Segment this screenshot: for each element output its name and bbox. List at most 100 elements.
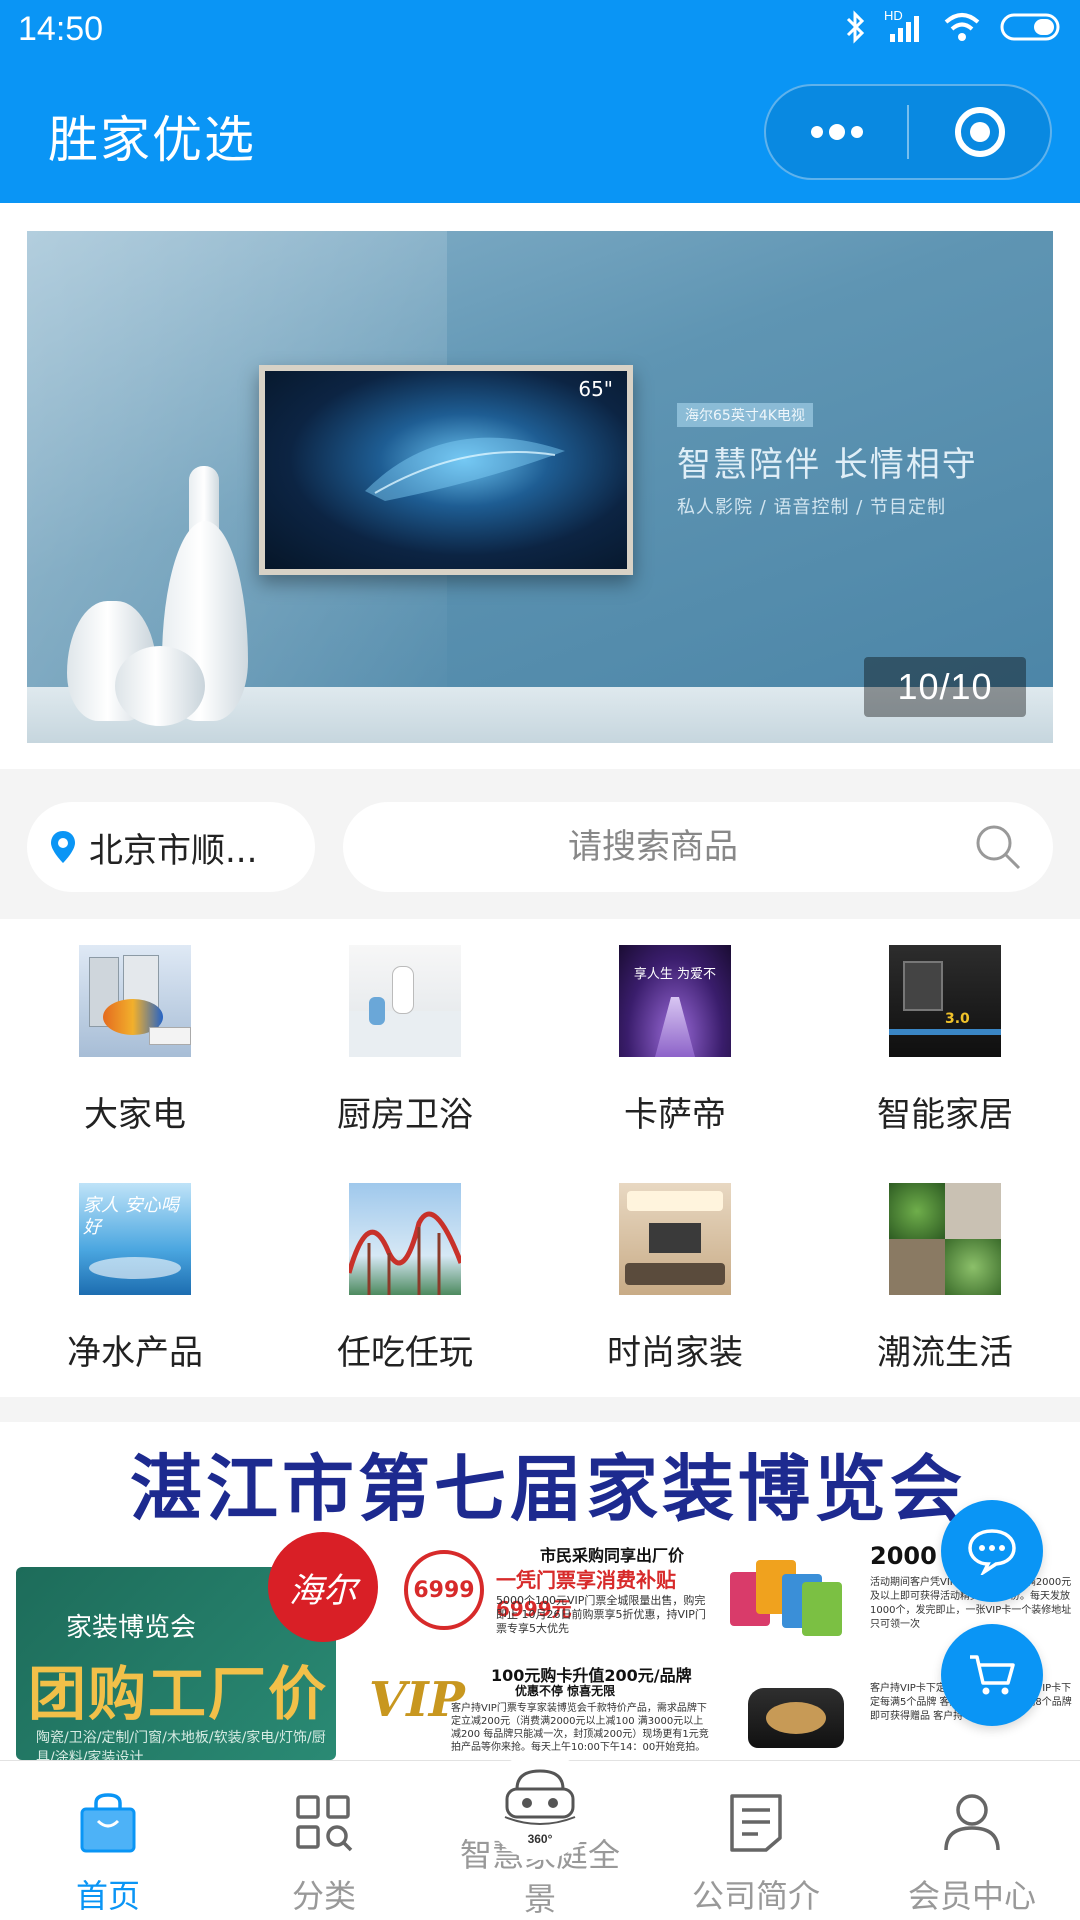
search-icon[interactable] — [973, 822, 1023, 872]
category-label: 任吃任玩 — [337, 1333, 473, 1373]
vr-360-badge[interactable]: 360° — [486, 1752, 594, 1860]
top-bar: 14:50 HD 胜家优选 — [0, 0, 1080, 203]
search-bar[interactable] — [343, 802, 1053, 892]
search-input[interactable] — [343, 802, 963, 892]
smart-home-badge: 3.0 — [945, 1011, 970, 1027]
category-label: 净水产品 — [67, 1333, 203, 1373]
category-lifestyle[interactable]: 潮流生活 — [810, 1157, 1080, 1395]
tab-member-center[interactable]: 会员中心 — [864, 1761, 1080, 1920]
more-button[interactable] — [766, 86, 907, 178]
tab-label: 首页 — [75, 1877, 140, 1915]
vip-subheading: 优惠不停 惊喜无限 — [515, 1684, 616, 1698]
group-buy-subtitle: 陶瓷/卫浴/定制/门窗/木地板/软装/家电/灯饰/厨具/涂料/家装设计 — [36, 1730, 326, 1760]
banner-slogan: 智慧陪伴 长情相守 — [677, 445, 978, 485]
plant-shape — [945, 1239, 1001, 1295]
location-selector[interactable]: 北京市顺... — [27, 802, 315, 892]
banner-carousel[interactable]: 65" 海尔65英寸4K电视 智慧陪伴 长情相守 私人影院 / 语音控制 / 节… — [27, 231, 1053, 743]
target-icon — [954, 107, 1005, 157]
tv-wall-shape — [649, 1223, 701, 1253]
roller-coaster-icon — [349, 1211, 461, 1295]
category-grid: 大家电 厨房卫浴 享人生 为爱不 卡萨帝 3.0 智能家居 家人 安心喝好 净水… — [0, 919, 1080, 1395]
tv-screen: 65" — [265, 371, 627, 569]
person-shape — [393, 967, 413, 1013]
app-page: 14:50 HD 胜家优选 65" 海尔65英寸4K电视 智慧陪伴 长情相守 私… — [0, 0, 1080, 1920]
wifi-icon — [944, 13, 980, 41]
subsidy-badge: 6999 — [404, 1550, 484, 1630]
bag-shape — [802, 1582, 842, 1636]
mini-program-capsule — [764, 84, 1052, 180]
tab-company-icon-wrap — [728, 1789, 784, 1857]
tab-member-icon-wrap — [942, 1789, 1002, 1857]
smart-home-stripe — [889, 1029, 1001, 1035]
category-smart-home[interactable]: 3.0 智能家居 — [810, 919, 1080, 1157]
shopping-bags-image — [730, 1552, 842, 1642]
battery-icon — [1000, 13, 1060, 41]
promo-block-vip: VIP 100元购卡升值200元/品牌 优惠不停 惊喜无限 客户持VIP门票专享… — [365, 1662, 725, 1760]
cart-icon — [970, 1655, 1015, 1695]
cart-button[interactable] — [941, 1624, 1043, 1726]
shopping-bag-icon — [80, 1793, 136, 1853]
category-label: 潮流生活 — [877, 1333, 1013, 1373]
vr-360-label: 360° — [528, 1832, 553, 1846]
category-kitchen-bath[interactable]: 厨房卫浴 — [270, 919, 540, 1157]
chat-bubble-icon — [968, 1529, 1016, 1575]
group-price-label: 团购工厂价 — [28, 1660, 329, 1728]
plant-shape — [889, 1183, 945, 1239]
category-label: 厨房卫浴 — [337, 1095, 473, 1135]
ceiling-shape — [627, 1191, 723, 1211]
banner-tag: 海尔65英寸4K电视 — [677, 403, 813, 427]
haier-seal: 海尔 — [268, 1532, 378, 1642]
category-label: 卡萨帝 — [624, 1095, 726, 1135]
bluetooth-icon — [846, 10, 865, 44]
fun-thumbnail — [349, 1183, 461, 1295]
close-mini-program-button[interactable] — [909, 86, 1050, 178]
status-time: 14:50 — [18, 10, 104, 48]
category-label: 时尚家装 — [607, 1333, 743, 1373]
splash-shape — [89, 1257, 181, 1279]
banner-counter: 10/10 — [864, 657, 1026, 717]
category-casarte[interactable]: 享人生 为爱不 卡萨帝 — [540, 919, 810, 1157]
lifestyle-thumbnail — [889, 1183, 1001, 1295]
tab-home-icon-wrap — [78, 1789, 138, 1857]
tab-company-profile[interactable]: 公司简介 — [648, 1761, 864, 1920]
decor-thumbnail — [619, 1183, 731, 1295]
vase-small — [115, 646, 205, 726]
subsidy-text: 5000个100元VIP门票全城限量出售，购完即止 10月26日前购票享5折优惠… — [496, 1594, 706, 1635]
ac-unit-shape — [149, 1027, 191, 1045]
category-label: 智能家居 — [877, 1095, 1013, 1135]
counter-shape — [349, 1011, 461, 1057]
page-title: 胜家优选 — [48, 111, 256, 169]
tab-category-icon-wrap — [294, 1789, 354, 1857]
sofa-shape — [625, 1263, 725, 1285]
search-row: 北京市顺... — [0, 775, 1080, 919]
promo-block-subsidy: 6999 市民采购同享出厂价 一凭门票享消费补贴6999元 5000个100元V… — [380, 1542, 710, 1652]
vr-360-icon: 360° — [504, 1769, 576, 1846]
document-icon — [730, 1794, 782, 1852]
user-icon — [944, 1794, 1000, 1851]
water-thumbnail: 家人 安心喝好 — [79, 1183, 191, 1295]
shelf-shape — [889, 1239, 945, 1295]
location-text: 北京市顺... — [89, 830, 258, 871]
vip-text: 客户持VIP门票专享家装博览会千款特价产品，需求品牌下定立减200元（消费满20… — [451, 1703, 709, 1753]
category-decor[interactable]: 时尚家装 — [540, 1157, 810, 1395]
customer-service-button[interactable] — [941, 1500, 1043, 1602]
tv-image: 65" — [259, 365, 633, 575]
category-water[interactable]: 家人 安心喝好 净水产品 — [0, 1157, 270, 1395]
tab-label: 分类 — [291, 1877, 356, 1915]
banner-subtitle: 私人影院 / 语音控制 / 节目定制 — [677, 497, 947, 518]
signal-icon: HD — [884, 8, 924, 44]
room-shape — [945, 1183, 1001, 1239]
feather-graphic — [365, 437, 565, 501]
rice-cooker-image — [748, 1688, 844, 1748]
status-icons: HD — [844, 8, 1064, 44]
category-panel: 大家电 厨房卫浴 享人生 为爱不 卡萨帝 3.0 智能家居 家人 安心喝好 净水… — [0, 919, 1080, 1397]
category-fun[interactable]: 任吃任玩 — [270, 1157, 540, 1395]
tab-label: 会员中心 — [907, 1877, 1036, 1915]
expo-label: 家装博览会 — [66, 1613, 197, 1643]
tab-category[interactable]: 分类 — [216, 1761, 432, 1920]
category-appliances[interactable]: 大家电 — [0, 919, 270, 1157]
appliances-thumbnail — [79, 945, 191, 1057]
tab-home[interactable]: 首页 — [0, 1761, 216, 1920]
expo-promo-banner[interactable]: 湛江市第七届家装博览会 家装博览会 团购工厂价 陶瓷/卫浴/定制/门窗/木地板/… — [0, 1422, 1080, 1760]
subsidy-heading: 市民采购同享出厂价 — [540, 1546, 685, 1565]
